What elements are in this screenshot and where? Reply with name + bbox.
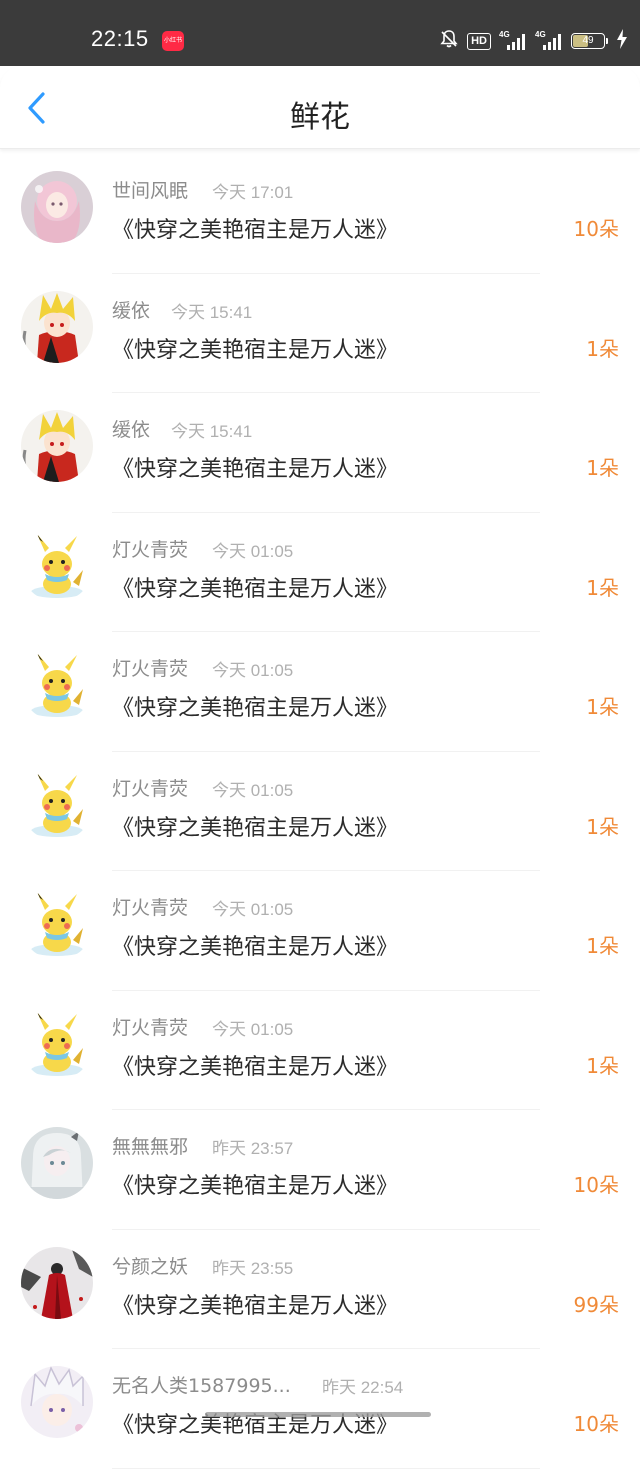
list-item[interactable]: 灯火青荧 今天 01:05 《快穿之美艳宿主是万人迷》 1朵	[0, 513, 640, 632]
signal-sim2-icon: 4G	[535, 30, 563, 52]
timestamp: 今天 01:05	[212, 1019, 294, 1039]
list-item[interactable]: 灯火青荧 今天 01:05 《快穿之美艳宿主是万人迷》 1朵	[0, 991, 640, 1110]
username: 兮颜之妖	[112, 1255, 189, 1278]
list-item[interactable]: 無無無邪 昨天 23:57 《快穿之美艳宿主是万人迷》 10朵	[0, 1110, 640, 1230]
username: 灯火青荧	[112, 897, 189, 919]
list-item[interactable]: 灯火青荧 今天 01:05 《快穿之美艳宿主是万人迷》 1朵	[0, 752, 640, 871]
flower-record-list[interactable]: 世间风眠 今天 17:01 《快穿之美艳宿主是万人迷》 10朵 缓依 今天 15…	[0, 154, 640, 1469]
list-item[interactable]: 无名人类1587995... 昨天 22:54 《快穿之美艳宿主是万人迷》 10…	[0, 1349, 640, 1469]
signal-sim1-icon: 4G	[499, 30, 527, 52]
timestamp: 今天 17:01	[212, 183, 294, 202]
battery-icon: 49	[571, 33, 605, 49]
charging-bolt-icon	[616, 29, 628, 53]
list-item[interactable]: 缓依 今天 15:41 《快穿之美艳宿主是万人迷》 1朵	[0, 393, 640, 513]
flower-count: 1朵	[586, 934, 619, 958]
timestamp: 今天 01:05	[212, 541, 294, 561]
book-title: 《快穿之美艳宿主是万人迷》	[112, 1293, 399, 1319]
avatar-pikachu[interactable]	[21, 1007, 93, 1080]
timestamp: 昨天 23:57	[212, 1139, 294, 1158]
avatar-white-hair-boy[interactable]	[21, 1366, 93, 1438]
list-item[interactable]: 兮颜之妖 昨天 23:55 《快穿之美艳宿主是万人迷》 99朵	[0, 1230, 640, 1349]
username: 灯火青荧	[112, 1016, 189, 1039]
nav-bar: 鲜花	[0, 66, 640, 149]
timestamp: 今天 15:41	[171, 422, 253, 441]
book-title: 《快穿之美艳宿主是万人迷》	[112, 337, 399, 363]
timestamp: 今天 01:05	[212, 900, 294, 919]
username: 世间风眠	[112, 180, 189, 202]
home-indicator[interactable]	[205, 1412, 431, 1417]
status-bar: 22:15 小红书 HD 4G 4G 49	[0, 0, 640, 66]
flower-count: 1朵	[586, 336, 619, 361]
book-title: 《快穿之美艳宿主是万人迷》	[112, 696, 399, 721]
avatar-silver-hair-girl[interactable]	[21, 1127, 93, 1199]
avatar-pikachu[interactable]	[21, 888, 93, 960]
book-title: 《快穿之美艳宿主是万人迷》	[112, 576, 399, 602]
book-title: 《快穿之美艳宿主是万人迷》	[112, 815, 399, 841]
page-title: 鲜花	[290, 100, 350, 135]
list-item[interactable]: 世间风眠 今天 17:01 《快穿之美艳宿主是万人迷》 10朵	[0, 154, 640, 274]
book-title: 《快穿之美艳宿主是万人迷》	[112, 218, 399, 243]
flower-count: 1朵	[586, 456, 619, 480]
avatar-blonde-anime-boy[interactable]	[21, 290, 93, 363]
avatar-red-robe-figure[interactable]	[21, 1246, 93, 1319]
flower-count: 99朵	[573, 1292, 619, 1317]
avatar-pikachu[interactable]	[21, 768, 93, 841]
flower-count: 1朵	[586, 575, 619, 600]
divider	[112, 1467, 540, 1469]
flower-count: 1朵	[586, 814, 619, 839]
flower-count: 1朵	[586, 695, 619, 719]
username: 灯火青荧	[112, 658, 189, 680]
status-time: 22:15	[91, 26, 149, 51]
battery-percent: 49	[582, 35, 594, 46]
list-item[interactable]: 灯火青荧 今天 01:05 《快穿之美艳宿主是万人迷》 1朵	[0, 632, 640, 752]
timestamp: 今天 01:05	[212, 661, 294, 680]
list-item[interactable]: 灯火青荧 今天 01:05 《快穿之美艳宿主是万人迷》 1朵	[0, 871, 640, 991]
username: 缓依	[112, 419, 151, 441]
status-icons: HD 4G 4G 49	[439, 28, 628, 54]
battery-tip	[606, 38, 608, 44]
avatar-blonde-anime-boy[interactable]	[21, 410, 93, 482]
hd-voice-icon: HD	[467, 32, 491, 50]
timestamp: 今天 15:41	[171, 302, 253, 322]
book-title: 《快穿之美艳宿主是万人迷》	[112, 1054, 399, 1080]
timestamp: 昨天 22:54	[322, 1378, 404, 1397]
username: 缓依	[112, 299, 151, 322]
username: 無無無邪	[112, 1136, 189, 1158]
username: 灯火青荧	[112, 538, 189, 561]
flower-count: 1朵	[586, 1053, 619, 1078]
flower-count: 10朵	[573, 217, 619, 241]
flower-count: 10朵	[573, 1412, 619, 1436]
timestamp: 昨天 23:55	[212, 1258, 294, 1278]
avatar-pikachu[interactable]	[21, 649, 93, 721]
username: 灯火青荧	[112, 777, 189, 800]
avatar-pink-hair-girl[interactable]	[21, 171, 93, 243]
xiaohongshu-app-icon: 小红书	[162, 31, 184, 51]
timestamp: 今天 01:05	[212, 780, 294, 800]
book-title: 《快穿之美艳宿主是万人迷》	[112, 1174, 399, 1199]
book-title: 《快穿之美艳宿主是万人迷》	[112, 935, 399, 960]
avatar-pikachu[interactable]	[21, 529, 93, 602]
username: 无名人类1587995...	[112, 1375, 291, 1397]
list-item[interactable]: 缓依 今天 15:41 《快穿之美艳宿主是万人迷》 1朵	[0, 274, 640, 393]
bell-muted-icon	[439, 29, 459, 53]
book-title: 《快穿之美艳宿主是万人迷》	[112, 457, 399, 482]
flower-count: 10朵	[573, 1173, 619, 1197]
